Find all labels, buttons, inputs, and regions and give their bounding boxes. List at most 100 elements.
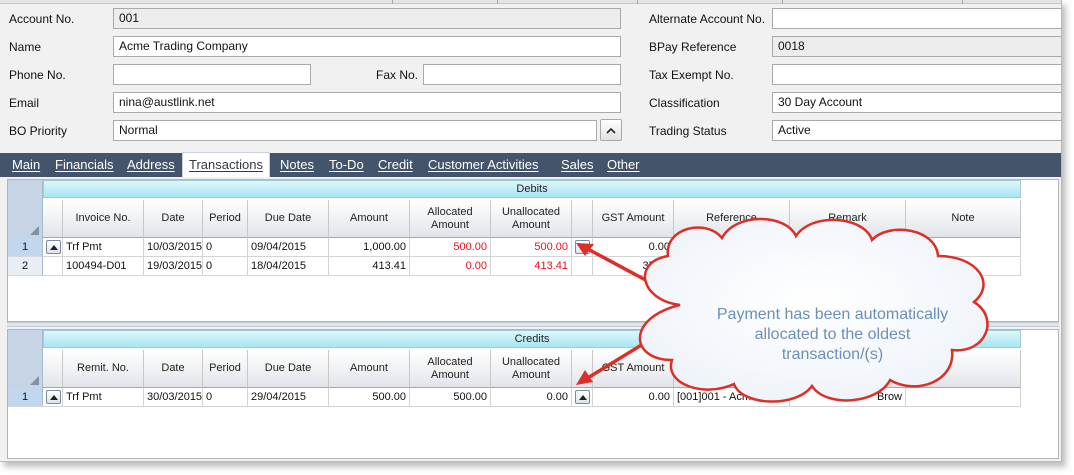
gst-amount-cell[interactable]: 37.60 xyxy=(593,257,674,276)
amount-cell[interactable]: 500.00 xyxy=(329,388,410,407)
unallocated-amount-cell[interactable]: 413.41 xyxy=(491,257,572,276)
remark-cell[interactable]: Trf from Acct 1001 xyxy=(790,238,906,257)
bo-priority-select[interactable]: Normal xyxy=(113,120,597,141)
bpay-reference-field[interactable]: 0018 xyxy=(772,36,1061,57)
tab-sales[interactable]: Sales xyxy=(561,153,594,177)
debits-grid: Debits Invoice No. Date Period Due Date … xyxy=(7,179,1059,322)
column-header-action xyxy=(572,200,593,238)
phone-no-label: Phone No. xyxy=(9,68,66,82)
callout-line: transaction/(s) xyxy=(781,346,884,363)
column-header-allocated-amount[interactable]: Allocated Amount xyxy=(410,200,491,238)
column-header-due-date[interactable]: Due Date xyxy=(248,350,329,388)
alternate-account-no-field[interactable] xyxy=(772,8,1061,29)
name-field[interactable]: Acme Trading Company xyxy=(113,36,621,57)
account-no-field[interactable]: 001 xyxy=(113,8,621,29)
remit-no-cell[interactable]: Trf Pmt xyxy=(63,388,144,407)
tab-financials[interactable]: Financials xyxy=(55,153,114,177)
amount-cell[interactable]: 1,000.00 xyxy=(329,238,410,257)
column-header-note[interactable]: Note xyxy=(906,200,1021,238)
reference-cell[interactable]: [001]001 - Acme Trading xyxy=(674,238,790,257)
unallocated-amount-cell[interactable]: 500.00 xyxy=(491,238,572,257)
callout-line: Payment has been automatically xyxy=(716,306,949,323)
reference-cell[interactable]: [001]001 - Acme Tr xyxy=(674,388,790,407)
invoice-no-cell[interactable]: 100494-D01 xyxy=(63,257,144,276)
column-header-expand xyxy=(43,350,63,388)
allocate-button[interactable] xyxy=(575,240,590,254)
gst-amount-cell[interactable]: 0.00 xyxy=(593,388,674,407)
triangle-up-icon xyxy=(578,394,587,400)
classification-select[interactable]: 30 Day Account xyxy=(772,92,1061,113)
toolbar-divider xyxy=(782,0,783,4)
column-header-remit-no[interactable]: Remit. No. xyxy=(63,350,144,388)
column-header-period[interactable]: Period xyxy=(203,350,248,388)
unallocate-button[interactable] xyxy=(575,390,590,404)
reference-cell[interactable]: [001] xyxy=(674,257,790,276)
date-cell[interactable]: 10/03/2015 xyxy=(144,238,203,257)
tab-other[interactable]: Other xyxy=(607,153,640,177)
row-expand-button[interactable] xyxy=(46,390,61,404)
date-cell[interactable]: 19/03/2015 xyxy=(144,257,203,276)
tax-exempt-no-field[interactable] xyxy=(772,64,1061,85)
column-header-invoice-no[interactable]: Invoice No. xyxy=(63,200,144,238)
note-cell[interactable] xyxy=(906,257,1021,276)
top-toolbar-edge xyxy=(0,0,1061,4)
column-header-amount[interactable]: Amount xyxy=(329,200,410,238)
row-expand-button[interactable] xyxy=(46,240,61,254)
remark-cell[interactable]: Invoice xyxy=(790,257,906,276)
tab-credit[interactable]: Credit xyxy=(378,153,413,177)
due-date-cell[interactable]: 18/04/2015 xyxy=(248,257,329,276)
tab-to-do[interactable]: To-Do xyxy=(329,153,364,177)
fax-no-field[interactable] xyxy=(423,64,621,85)
column-header-allocated-amount[interactable]: Allocated Amount xyxy=(410,350,491,388)
column-header-due-date[interactable]: Due Date xyxy=(248,200,329,238)
fax-no-label: Fax No. xyxy=(376,68,419,82)
tab-customer-activities[interactable]: Customer Activities xyxy=(428,153,539,177)
unallocated-amount-cell[interactable]: 0.00 xyxy=(491,388,572,407)
row-header[interactable]: 1 xyxy=(8,238,43,257)
column-header-gst-amount[interactable]: GST Amount xyxy=(593,200,674,238)
column-header-action xyxy=(572,350,593,388)
toolbar-divider xyxy=(962,0,963,4)
period-cell[interactable]: 0 xyxy=(203,257,248,276)
period-cell[interactable]: 0 xyxy=(203,238,248,257)
tab-notes[interactable]: Notes xyxy=(280,153,314,177)
column-header-unallocated-amount[interactable]: Unallocated Amount xyxy=(491,350,572,388)
tab-address[interactable]: Address xyxy=(127,153,175,177)
tab-main[interactable]: Main xyxy=(12,153,40,177)
date-cell[interactable]: 30/03/2015 xyxy=(144,388,203,407)
invoice-no-cell[interactable]: Trf Pmt xyxy=(63,238,144,257)
column-header-remark[interactable]: Remark xyxy=(790,200,906,238)
amount-cell[interactable]: 413.41 xyxy=(329,257,410,276)
allocated-amount-cell[interactable]: 0.00 xyxy=(410,257,491,276)
column-header-amount[interactable]: Amount xyxy=(329,350,410,388)
column-header-unallocated-amount[interactable]: Unallocated Amount xyxy=(491,200,572,238)
column-header-gst-amount[interactable]: GST Amount xyxy=(593,350,674,388)
action-cell xyxy=(572,257,593,276)
allocated-amount-cell[interactable]: 500.00 xyxy=(410,388,491,407)
column-header-date[interactable]: Date xyxy=(144,200,203,238)
phone-no-field[interactable] xyxy=(113,64,311,85)
row-header[interactable]: 2 xyxy=(8,257,43,276)
column-header-date[interactable]: Date xyxy=(144,350,203,388)
note-cell[interactable] xyxy=(906,388,1021,407)
due-date-cell[interactable]: 29/04/2015 xyxy=(248,388,329,407)
column-header-period[interactable]: Period xyxy=(203,200,248,238)
due-date-cell[interactable]: 09/04/2015 xyxy=(248,238,329,257)
triangle-up-icon xyxy=(49,394,58,400)
row-expand-cell xyxy=(43,257,63,276)
gst-amount-cell[interactable]: 0.00 xyxy=(593,238,674,257)
trading-status-select[interactable]: Active xyxy=(772,120,1061,141)
name-label: Name xyxy=(9,40,42,54)
remark-cell[interactable]: Brow xyxy=(790,388,906,407)
allocated-amount-cell[interactable]: 500.00 xyxy=(410,238,491,257)
period-cell[interactable]: 0 xyxy=(203,388,248,407)
row-header[interactable]: 1 xyxy=(8,388,43,407)
toolbar-divider xyxy=(637,0,638,4)
email-field[interactable]: nina@austlink.net xyxy=(113,92,621,113)
column-header-reference[interactable]: Reference xyxy=(674,200,790,238)
account-no-label: Account No. xyxy=(9,12,75,26)
bo-priority-toggle-button[interactable] xyxy=(600,119,622,141)
note-cell[interactable] xyxy=(906,238,1021,257)
tab-transactions[interactable]: Transactions xyxy=(182,152,270,177)
chevron-up-icon xyxy=(606,127,616,134)
